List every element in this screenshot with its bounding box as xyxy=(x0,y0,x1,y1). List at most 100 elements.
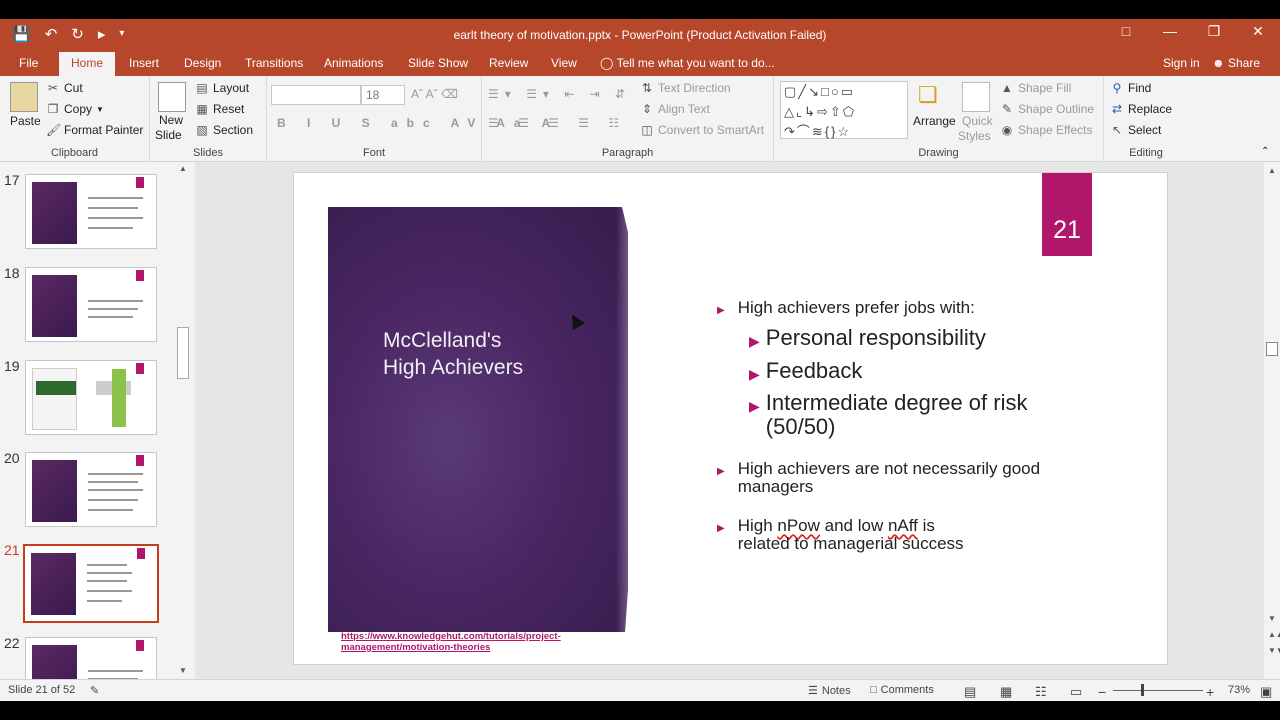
next-slide-icon[interactable]: ▼▼ xyxy=(1268,646,1280,655)
text-direction-button[interactable]: ⇅ Text Direction xyxy=(640,81,731,95)
tab-review[interactable]: Review xyxy=(489,56,528,70)
tab-animations[interactable]: Animations xyxy=(324,56,383,70)
layout-button[interactable]: ▤ Layout xyxy=(195,81,249,95)
status-bar: Slide 21 of 52 ✎ ☰ Notes □ Comments ▤ ▦ ☷ … xyxy=(0,679,1280,701)
tab-slide-show[interactable]: Slide Show xyxy=(408,56,468,70)
fit-to-window-icon[interactable]: ▣ xyxy=(1260,684,1272,700)
slide-thumbnail[interactable] xyxy=(25,267,157,342)
tab-insert[interactable]: Insert xyxy=(129,56,159,70)
replace-button[interactable]: ⇄ Replace xyxy=(1110,102,1172,116)
spell-check-icon[interactable]: ✎ xyxy=(90,684,99,697)
current-slide[interactable]: McClelland's High Achievers 21 ▶ High ach… xyxy=(293,172,1168,665)
paragraph-group-label: Paragraph xyxy=(601,147,654,159)
zoom-slider-knob[interactable] xyxy=(1141,684,1144,696)
scrollbar-thumb[interactable] xyxy=(1266,342,1278,356)
scrollbar-thumb[interactable] xyxy=(177,327,189,379)
shape-outline-button[interactable]: ✎ Shape Outline xyxy=(1000,102,1094,116)
alignment-buttons[interactable]: ☰ ☰ ☰ ☰ ☷ xyxy=(488,116,627,130)
tab-view[interactable]: View xyxy=(551,56,577,70)
restore-button[interactable]: ❐ xyxy=(1192,23,1236,40)
bullet-level-1[interactable]: ▶ High nPow and low nAff is related to ma… xyxy=(717,517,977,553)
shape-effects-button[interactable]: ◉ Shape Effects xyxy=(1000,123,1093,137)
reset-icon: ▦ xyxy=(196,102,208,116)
paste-button[interactable]: Paste xyxy=(10,114,41,128)
slide-thumbnail[interactable] xyxy=(25,360,157,435)
tell-me-box[interactable]: ◯ Tell me what you want to do... xyxy=(600,56,775,70)
scroll-down-icon[interactable]: ▼ xyxy=(1268,614,1276,623)
font-size-buttons[interactable]: Aˆ Aˇ ​⌫ xyxy=(411,87,458,101)
slide-thumbnail-selected[interactable] xyxy=(23,544,159,623)
slide-sorter-icon[interactable]: ▦ xyxy=(1000,684,1012,700)
font-name-box[interactable] xyxy=(271,85,361,105)
shapes-gallery[interactable]: ▢╱↘□○▭ △⌞↳⇨⇧⬠ ↷⌒≋{}☆ xyxy=(780,81,908,139)
normal-view-icon[interactable]: ▤ xyxy=(964,684,976,700)
bullet-level-1[interactable]: ▶ High achievers prefer jobs with: xyxy=(717,299,1077,320)
zoom-in-icon[interactable]: + xyxy=(1206,684,1214,700)
find-button[interactable]: ⚲ Find xyxy=(1110,81,1152,95)
share-button[interactable]: ☻ Share xyxy=(1212,56,1260,70)
source-link[interactable]: https://www.knowledgehut.com/tutorials/p… xyxy=(341,631,601,653)
tab-home[interactable]: Home xyxy=(59,52,116,76)
slides-group-label: Slides xyxy=(193,147,223,159)
font-size-box[interactable]: 18 xyxy=(361,85,405,105)
convert-smartart-button[interactable]: ◫ Convert to SmartArt xyxy=(640,123,764,137)
bullet-level-2[interactable]: ▶ Personal responsibility xyxy=(749,326,1079,353)
select-button[interactable]: ↖ Select xyxy=(1110,123,1161,137)
comments-button[interactable]: □ Comments xyxy=(870,684,934,696)
notes-button[interactable]: ☰ Notes xyxy=(808,684,851,698)
new-slide-icon[interactable] xyxy=(158,82,186,112)
copy-button[interactable]: ❐ Copy ▼ xyxy=(46,102,104,116)
sign-in-link[interactable]: Sign in xyxy=(1163,56,1200,70)
tab-transitions[interactable]: Transitions xyxy=(245,56,303,70)
replace-label: Replace xyxy=(1128,102,1173,116)
quick-styles-label-2[interactable]: Styles xyxy=(958,129,991,143)
list-buttons[interactable]: ☰▾ ☰▾ ⇤ ⇥ ⇵ xyxy=(488,87,631,101)
minimize-button[interactable]: — xyxy=(1148,23,1192,40)
scroll-up-icon[interactable]: ▲ xyxy=(179,164,187,173)
paste-icon[interactable] xyxy=(10,82,38,112)
shape-fill-button[interactable]: ▲ Shape Fill xyxy=(1000,81,1071,95)
reading-view-icon[interactable]: ☷ xyxy=(1035,684,1047,700)
collapse-ribbon-icon[interactable]: ⌃ xyxy=(1261,146,1269,157)
scroll-down-icon[interactable]: ▼ xyxy=(179,666,187,675)
chevron-down-icon: ▼ xyxy=(96,104,104,114)
clipboard-group: Paste ✂ Cut ❐ Copy ▼ 🖌 Format Painter Clipbo… xyxy=(0,76,150,162)
bullet-level-2[interactable]: ▶ Intermediate degree of risk (50/50) xyxy=(749,391,1049,439)
ribbon-display-options-icon[interactable]: □ xyxy=(1104,23,1148,40)
window-title: earlt theory of motivation.pptx - PowerP… xyxy=(453,28,827,42)
slide-show-icon[interactable]: ▭ xyxy=(1070,684,1082,700)
slide-thumbnail[interactable] xyxy=(25,174,157,249)
bullet-triangle-icon: ▶ xyxy=(717,305,725,316)
quick-styles-icon[interactable] xyxy=(962,82,990,112)
arrange-icon[interactable]: ❏ xyxy=(918,82,946,112)
zoom-level[interactable]: 73% xyxy=(1228,684,1250,696)
bullet-level-2[interactable]: ▶ Feedback xyxy=(749,359,1079,386)
arrange-button[interactable]: Arrange xyxy=(913,114,956,128)
tab-design[interactable]: Design xyxy=(184,56,221,70)
new-slide-label-1[interactable]: New xyxy=(159,113,183,127)
quick-styles-label-1[interactable]: Quick xyxy=(962,114,993,128)
thumbnail-number: 22 xyxy=(4,635,20,651)
find-label: Find xyxy=(1128,81,1152,95)
zoom-out-icon[interactable]: − xyxy=(1098,684,1106,700)
close-button[interactable]: ✕ xyxy=(1236,23,1280,40)
slide-thumbnail[interactable] xyxy=(25,637,157,679)
slide-thumbnail[interactable] xyxy=(25,452,157,527)
new-slide-label-2[interactable]: Slide xyxy=(155,128,182,142)
thumbnail-number: 17 xyxy=(4,172,20,188)
reset-button[interactable]: ▦ Reset xyxy=(195,102,244,116)
slide-scrollbar[interactable]: ▲ ▼ ▲▲ ▼▼ xyxy=(1264,162,1280,679)
align-text-button[interactable]: ⇕ Align Text xyxy=(640,102,710,116)
zoom-slider[interactable] xyxy=(1113,690,1203,691)
comment-icon: □ xyxy=(870,684,877,696)
section-button[interactable]: ▧ Section xyxy=(195,123,253,137)
format-painter-button[interactable]: 🖌 Format Painter xyxy=(46,123,143,137)
bullet-level-1[interactable]: ▶ High achievers are not necessarily good… xyxy=(717,460,1052,496)
slide-title[interactable]: McClelland's High Achievers xyxy=(383,327,523,381)
tab-file[interactable]: File xyxy=(19,56,38,70)
previous-slide-icon[interactable]: ▲▲ xyxy=(1268,630,1280,639)
select-label: Select xyxy=(1128,123,1162,137)
scroll-up-icon[interactable]: ▲ xyxy=(1268,166,1276,175)
cut-button[interactable]: ✂ Cut xyxy=(46,81,83,95)
thumbnail-scrollbar[interactable]: ▲ ▼ xyxy=(176,162,190,679)
